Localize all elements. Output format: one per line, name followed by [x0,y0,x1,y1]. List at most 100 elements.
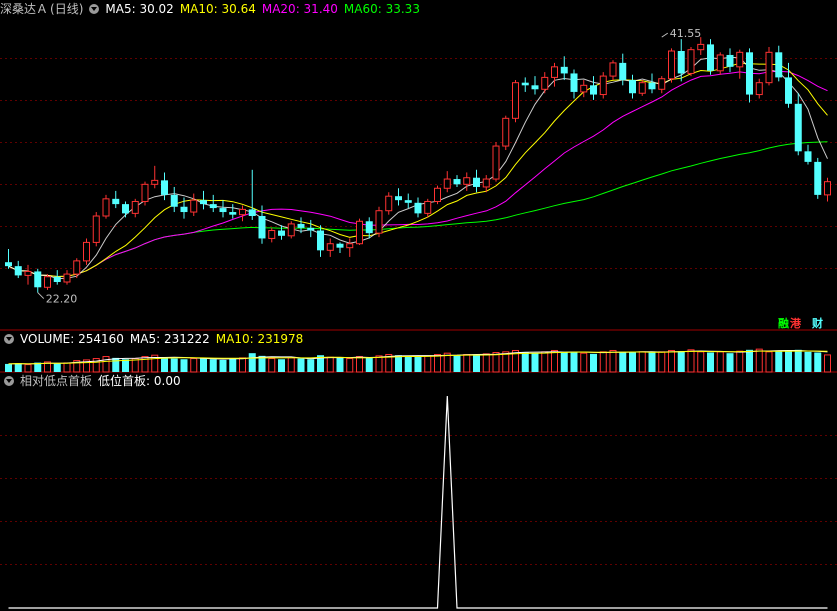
volume-bar [53,363,61,372]
candle-body [356,220,363,245]
candle-body [560,66,568,74]
candle-body [346,243,354,249]
candle-body [541,76,549,90]
collapse-icon[interactable] [89,4,100,14]
volume-bar [638,351,646,373]
candle-body [375,210,383,234]
volume-bar [161,357,168,372]
volume-bar [248,353,256,372]
candle-body [668,50,675,80]
badge-second[interactable]: 港 [790,317,801,330]
volume-bar [219,359,227,372]
volume-bar [5,363,12,372]
indicator-signal-line [8,395,828,609]
volume-bar [658,351,666,373]
volume-bar [541,351,549,373]
candle-body [736,51,744,68]
candle-body [785,77,792,104]
candle-body [775,52,783,78]
candle-body [697,43,705,51]
volume-bar [122,359,129,372]
candle-body [229,212,237,215]
stock-name: 深桑达Ａ [0,2,49,16]
collapse-icon[interactable] [4,334,14,344]
candle-body [424,200,432,214]
candle-body [824,181,831,196]
candle-body [73,260,81,275]
candle-body [638,82,646,94]
volume-bar [687,349,695,373]
candle-body [570,73,578,92]
candle-body [307,227,315,231]
candle-body [268,230,276,239]
volume-ma10-label: MA10: 231978 [215,332,304,346]
badge-first[interactable]: 融 [778,317,789,330]
candle-body [44,276,51,288]
candle-body [794,103,802,152]
badge-third[interactable]: 财 [812,317,823,330]
collapse-icon[interactable] [4,376,14,386]
volume-bar [755,348,763,373]
volume-bar [746,349,753,372]
candle-body [473,177,480,187]
volume-bar [365,357,373,372]
volume-bar [307,359,315,372]
candle-body [326,243,334,251]
volume-bar [775,351,783,372]
candle-body [14,266,22,276]
volume-bar [180,359,188,372]
volume-bar [209,359,217,372]
volume-bar [560,352,568,372]
volume-bar [190,358,198,373]
candle-body [551,66,558,78]
candle-body [453,179,461,185]
candle-body [609,62,617,77]
volume-bar [102,356,110,373]
ma10-label: MA10: 30.64 [179,2,256,16]
volume-bar [112,357,120,372]
candle-body [317,230,324,251]
volume-bar [570,351,578,372]
candle-body [83,241,90,262]
volume-label: VOLUME: 254160 [20,332,124,346]
candle-body [804,151,812,162]
annotation-pointer [661,32,669,38]
volume-bar [716,351,724,373]
indicator-value: 低位首板: 0.00 [98,374,181,388]
volume-bar [648,352,656,372]
candle-body [599,75,607,96]
volume-bar [551,349,558,373]
candle-body [53,276,61,282]
candle-body [492,145,500,180]
ma20-line [8,70,828,278]
candle-body [658,78,666,90]
volume-bar [404,355,412,372]
candle-body [92,215,100,243]
volume-bar [434,354,441,373]
volume-bar [239,357,246,373]
volume-bar [785,350,792,372]
volume-bar [453,355,461,372]
candle-body [34,271,42,288]
stock-chart: 41.55 22.20 [0,27,837,609]
candle-body [580,84,588,93]
volume-bar [287,357,295,373]
volume-bar [473,355,480,372]
candle-body [502,117,510,147]
volume-bar [765,351,773,373]
candle-body [151,179,159,185]
volume-bar [414,356,422,372]
price-annotation: 22.20 [46,293,78,306]
candle-body [5,262,12,267]
volume-ma5-label: MA5: 231222 [129,332,210,346]
volume-bar [375,355,383,373]
candle-body [63,273,71,283]
volume-bar [170,358,178,372]
candle-body [765,51,773,84]
volume-panel-header: VOLUME: 254160 MA5: 231222 MA10: 231978 [0,331,309,347]
candle-body [122,204,129,214]
volume-bar [599,351,607,373]
candle-body [395,196,402,201]
candle-body [629,80,636,94]
candle-body [677,51,685,74]
